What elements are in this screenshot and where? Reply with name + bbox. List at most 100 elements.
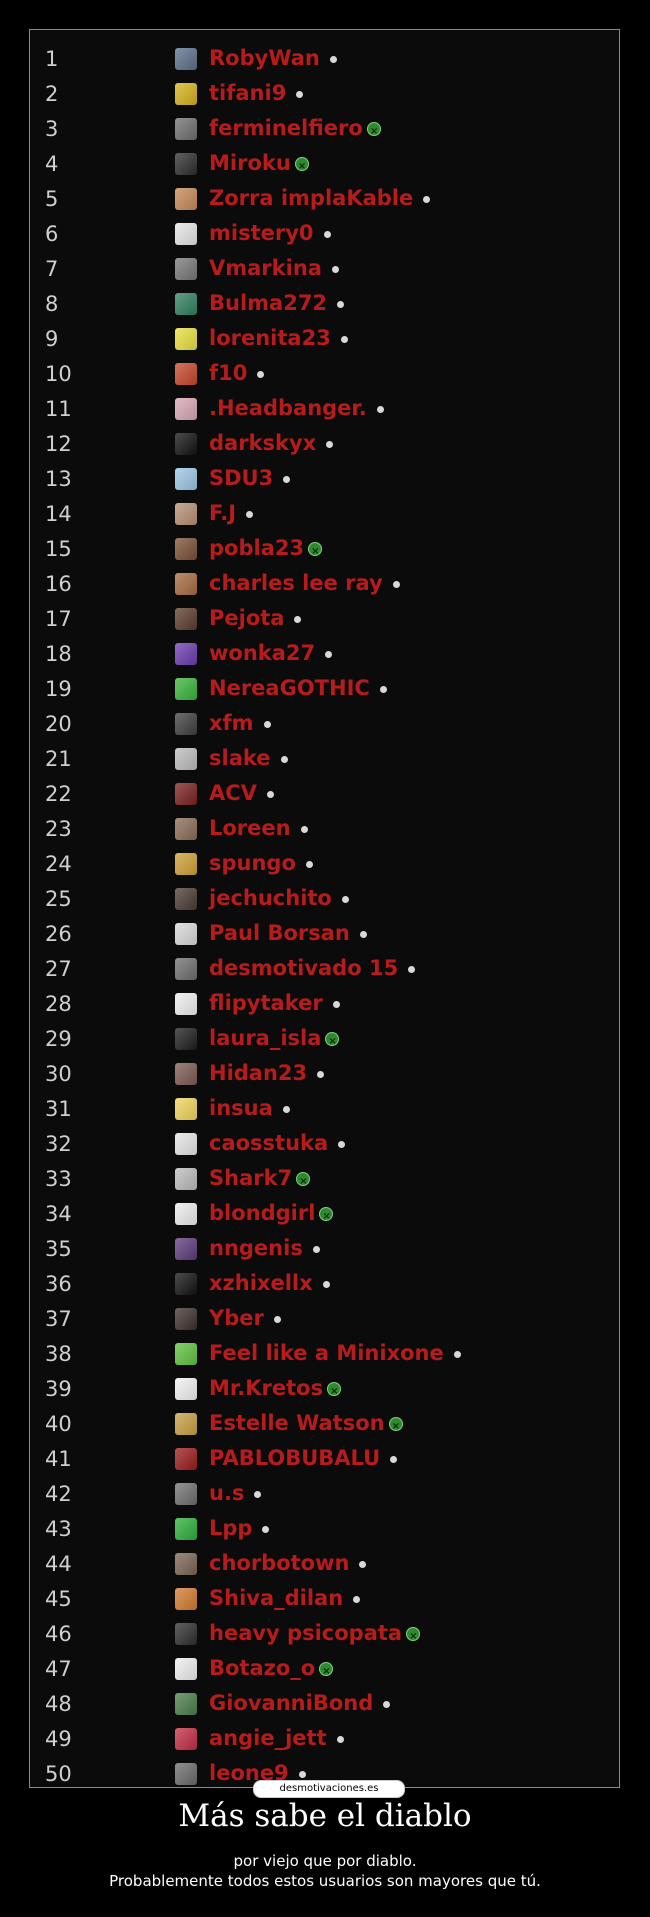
username-text[interactable]: Bulma272 [209,291,327,315]
username-link[interactable]: SDU3 [209,466,291,490]
user-avatar[interactable] [175,748,197,770]
user-avatar[interactable] [175,1273,197,1295]
username-link[interactable]: Mr.Kretos [209,1376,342,1404]
username-text[interactable]: ferminelfiero [209,116,363,140]
username-text[interactable]: GiovanniBond [209,1691,373,1715]
username-link[interactable]: nngenis [209,1236,320,1260]
user-avatar[interactable] [175,818,197,840]
username-link[interactable]: RobyWan [209,46,337,70]
user-avatar[interactable] [175,1168,197,1190]
user-avatar[interactable] [175,678,197,700]
user-avatar[interactable] [175,433,197,455]
user-avatar[interactable] [175,1623,197,1645]
username-link[interactable]: Shiva_dilan [209,1586,361,1610]
username-link[interactable]: Zorra implaKable [209,186,431,210]
username-link[interactable]: NereaGOTHIC [209,676,387,700]
username-link[interactable]: chorbotown [209,1551,367,1575]
username-text[interactable]: pobla23 [209,536,304,560]
username-text[interactable]: f10 [209,361,247,385]
user-avatar[interactable] [175,608,197,630]
username-text[interactable]: Estelle Watson [209,1411,385,1435]
user-avatar[interactable] [175,398,197,420]
user-avatar[interactable] [175,153,197,175]
username-text[interactable]: Vmarkina [209,256,322,280]
user-avatar[interactable] [175,573,197,595]
username-text[interactable]: slake [209,746,271,770]
username-text[interactable]: jechuchito [209,886,332,910]
username-link[interactable]: xfm [209,711,271,735]
user-avatar[interactable] [175,1728,197,1750]
username-text[interactable]: mistery0 [209,221,314,245]
username-text[interactable]: insua [209,1096,273,1120]
user-avatar[interactable] [175,713,197,735]
username-text[interactable]: Paul Borsan [209,921,350,945]
username-link[interactable]: blondgirl [209,1201,334,1229]
username-link[interactable]: caosstuka [209,1131,346,1155]
username-link[interactable]: Miroku [209,151,309,179]
user-avatar[interactable] [175,783,197,805]
username-link[interactable]: Shark7 [209,1166,311,1194]
username-text[interactable]: darkskyx [209,431,316,455]
user-avatar[interactable] [175,1763,197,1785]
user-avatar[interactable] [175,1063,197,1085]
username-text[interactable]: Mr.Kretos [209,1376,323,1400]
username-link[interactable]: Botazo_o [209,1656,334,1684]
username-text[interactable]: heavy psicopata [209,1621,402,1645]
user-avatar[interactable] [175,853,197,875]
username-link[interactable]: ferminelfiero [209,116,381,144]
username-link[interactable]: Loreen [209,816,308,840]
user-avatar[interactable] [175,468,197,490]
username-link[interactable]: xzhixellx [209,1271,330,1295]
user-avatar[interactable] [175,1133,197,1155]
username-link[interactable]: .Headbanger. [209,396,384,420]
user-avatar[interactable] [175,1028,197,1050]
username-link[interactable]: f10 [209,361,265,385]
username-text[interactable]: angie_jett [209,1726,327,1750]
username-link[interactable]: ACV [209,781,274,805]
username-text[interactable]: xzhixellx [209,1271,313,1295]
username-link[interactable]: insua [209,1096,290,1120]
username-link[interactable]: Feel like a Minixone [209,1341,461,1365]
username-link[interactable]: Yber [209,1306,281,1330]
username-text[interactable]: flipytaker [209,991,323,1015]
username-link[interactable]: slake [209,746,288,770]
username-text[interactable]: xfm [209,711,254,735]
user-avatar[interactable] [175,83,197,105]
username-text[interactable]: charles lee ray [209,571,383,595]
username-link[interactable]: GiovanniBond [209,1691,391,1715]
user-avatar[interactable] [175,1238,197,1260]
user-avatar[interactable] [175,1553,197,1575]
username-link[interactable]: u.s [209,1481,262,1505]
user-avatar[interactable] [175,258,197,280]
username-text[interactable]: ACV [209,781,257,805]
username-text[interactable]: Botazo_o [209,1656,315,1680]
username-text[interactable]: spungo [209,851,296,875]
user-avatar[interactable] [175,48,197,70]
username-link[interactable]: Vmarkina [209,256,339,280]
user-avatar[interactable] [175,643,197,665]
username-link[interactable]: heavy psicopata [209,1621,421,1649]
username-text[interactable]: Shark7 [209,1166,292,1190]
username-text[interactable]: Lpp [209,1516,252,1540]
user-avatar[interactable] [175,1203,197,1225]
username-link[interactable]: angie_jett [209,1726,344,1750]
user-avatar[interactable] [175,293,197,315]
username-link[interactable]: flipytaker [209,991,340,1015]
user-avatar[interactable] [175,1658,197,1680]
user-avatar[interactable] [175,118,197,140]
username-link[interactable]: Paul Borsan [209,921,367,945]
username-text[interactable]: lorenita23 [209,326,331,350]
username-text[interactable]: laura_isla [209,1026,321,1050]
username-link[interactable]: F.J [209,501,254,525]
username-link[interactable]: mistery0 [209,221,331,245]
username-text[interactable]: Feel like a Minixone [209,1341,444,1365]
username-link[interactable]: pobla23 [209,536,323,564]
user-avatar[interactable] [175,328,197,350]
username-text[interactable]: chorbotown [209,1551,349,1575]
user-avatar[interactable] [175,958,197,980]
username-text[interactable]: Loreen [209,816,291,840]
user-avatar[interactable] [175,1518,197,1540]
user-avatar[interactable] [175,223,197,245]
username-link[interactable]: charles lee ray [209,571,400,595]
user-avatar[interactable] [175,1343,197,1365]
